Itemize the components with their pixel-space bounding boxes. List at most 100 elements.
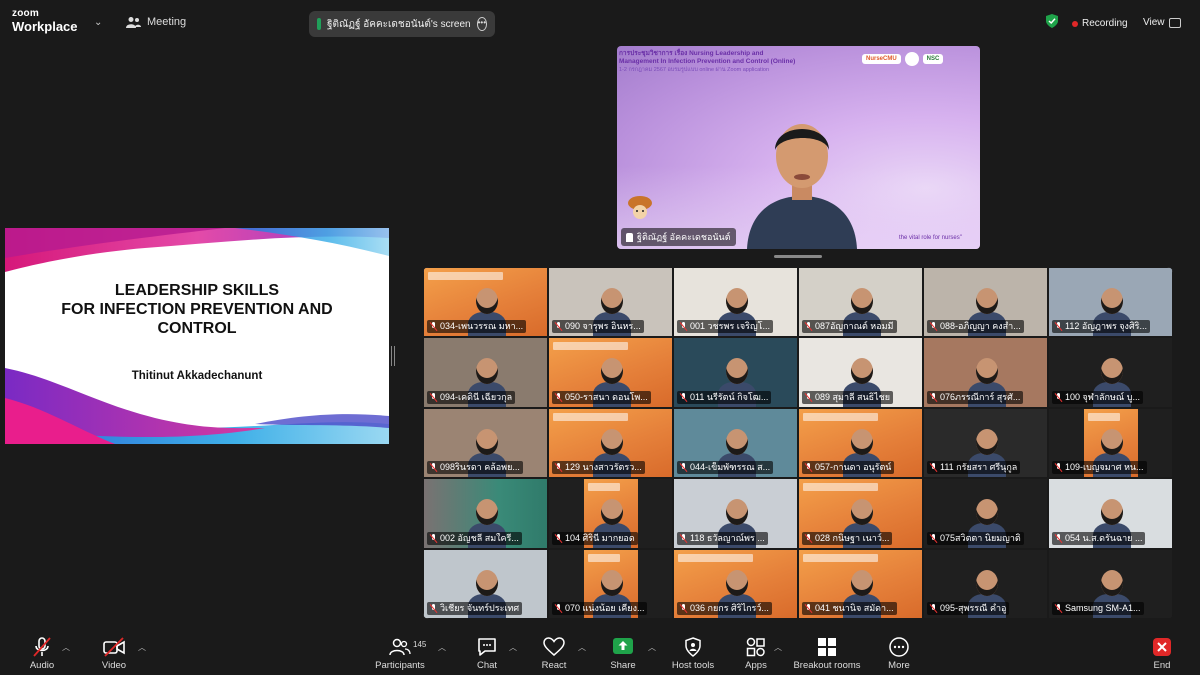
participant-tile[interactable]: 095-สุพรรณี คำอู [923,548,1048,619]
shield-check-icon[interactable] [1046,14,1058,28]
participant-tile[interactable]: 112 อัญฎาพร จุงศิริ... [1048,267,1173,338]
participant-tile[interactable]: 109-เบญจมาศ หน... [1048,407,1173,479]
participant-name-tag: 076ภรรณีการ์ สุรศั... [927,390,1024,404]
participant-name: 001 วชรพร เจริญโ... [690,321,770,332]
participant-tile[interactable]: 041 ชนานิจ สมัดา... [798,548,923,619]
participant-tile[interactable]: 111 กรัยสรา ศรีนุกูล [923,407,1048,479]
participant-gallery: 034-เพนวรรณ มหา... 090 จารุพร อินหร... 001… [423,267,1173,619]
participant-tile[interactable]: 075สวิตตา นิยมญาติ [923,478,1048,549]
microphone-muted-icon [33,637,51,657]
video-label: Video [101,660,127,671]
participant-face [851,499,873,526]
audio-button[interactable]: Audio [24,628,60,675]
participant-name: 028 กนิษฐา เนาว์... [815,532,890,543]
more-button[interactable]: More [884,628,914,675]
microphone-muted-icon [930,322,937,331]
recording-label: Recording [1082,18,1128,29]
participant-tile[interactable]: 036 กยกร ศิริไกรว์... [673,548,798,619]
share-button[interactable]: Share [606,628,640,675]
participant-tile[interactable]: 089 สุมาลี สนธิไชย [798,337,923,408]
chat-label: Chat [476,660,498,671]
apps-label: Apps [745,660,767,671]
participant-tile[interactable]: 028 กนิษฐา เนาว์... [798,478,923,549]
apps-icon [746,637,765,657]
presenter-video[interactable]: การประชุมวิชาการ เรื่อง Nursing Leadersh… [617,46,980,249]
participant-tile[interactable]: 076ภรรณีการ์ สุรศั... [923,337,1048,408]
participant-tile[interactable]: 090 จารุพร อินหร... [548,267,673,338]
participant-tile[interactable]: 094-เคดินี เฉียวกุล [423,337,548,408]
participant-tile[interactable]: วิเชียร จันทร์ประเทศ [423,548,548,619]
microphone-muted-icon [930,603,937,613]
apps-button[interactable]: Apps [740,628,772,675]
participant-face [726,569,748,596]
more-options-icon[interactable]: ••• [476,17,487,31]
participant-tile[interactable]: 001 วชรพร เจริญโ... [673,267,798,338]
react-options-caret-icon[interactable]: ︿ [578,642,586,653]
chevron-down-icon[interactable]: ⌄ [94,17,102,28]
participant-tile[interactable]: 104 ศิรินี มากยอด [548,478,673,549]
video-button[interactable]: Video [96,628,132,675]
meeting-info-button[interactable]: Meeting [126,16,186,28]
camera-off-icon [103,637,125,657]
video-resize-handle[interactable] [774,255,822,258]
participant-tile[interactable]: 088-อภิญญา คงสำ... [923,267,1048,338]
participant-tile[interactable]: 050-ราสนา ดอนโพ... [548,337,673,408]
breakout-rooms-button[interactable]: Breakout rooms [792,628,862,675]
end-meeting-button[interactable]: End [1148,628,1176,675]
participant-tile[interactable]: Samsung SM-A1... [1048,548,1173,619]
participant-name: 089 สุมาลี สนธิไชย [815,391,891,402]
participant-name-tag: วิเชียร จันทร์ประเทศ [427,601,523,615]
banner-line3: 1-2 กรกฎาคม 2567 อบรมรูปแบบ online ผ่าน … [619,67,770,73]
participant-tile[interactable]: 100 จุฬาลักษณ์ บู... [1048,337,1173,408]
audio-options-caret-icon[interactable]: ︿ [62,642,70,653]
recording-indicator[interactable]: Recording [1072,18,1128,29]
screen-share-indicator[interactable]: ฐิติณัฏฐ์ อัคคะเดชอนันต์'s screen ••• [309,11,495,37]
zoom-workplace-logo[interactable]: zoom Workplace [12,8,78,34]
brand-line1: zoom [12,8,39,19]
participant-tile[interactable]: 098รินรดา คล้อพย... [423,407,548,479]
microphone-muted-icon [930,392,937,402]
microphone-muted-icon [1055,533,1062,543]
participant-face [476,288,498,314]
participant-tile[interactable]: 129 นางสาวรัตรว... [548,407,673,479]
shared-slide: LEADERSHIP SKILLS FOR INFECTION PREVENTI… [5,228,389,444]
background-banner [803,553,878,562]
split-view-divider[interactable] [391,346,395,366]
participant-face [976,428,998,455]
host-tools-button[interactable]: Host tools [668,628,718,675]
participant-tile[interactable]: 087อัญกาณต์ หอมมี [798,267,923,338]
nursecmu-logo: NurseCMU [862,54,901,64]
participants-button[interactable]: Participants [372,628,428,675]
participant-name-tag: 100 จุฬาลักษณ์ บู... [1052,390,1143,404]
banner-logos: NurseCMU NSC [862,52,944,66]
chat-options-caret-icon[interactable]: ︿ [509,642,517,653]
participant-tile[interactable]: 054 น.ส.ดรันฉาย ... [1048,478,1173,549]
view-button[interactable]: View [1143,17,1181,28]
participant-face [1101,428,1123,455]
background-banner [678,553,753,562]
share-options-caret-icon[interactable]: ︿ [648,642,656,653]
participants-icon [389,638,411,656]
participant-tile[interactable]: 070 แน่งน้อย เคียง... [548,548,673,619]
participant-name: 094-เคดินี เฉียวกุล [440,391,513,402]
participant-name-tag: 034-เพนวรรณ มหา... [427,320,527,334]
video-options-caret-icon[interactable]: ︿ [138,642,146,653]
participant-tile[interactable]: 044-เข็มพัฑรรณ ส... [673,407,798,479]
participant-face [601,428,623,455]
participants-options-caret-icon[interactable]: ︿ [438,642,446,653]
participant-face [851,358,873,385]
participant-tile[interactable]: 034-เพนวรรณ มหา... [423,267,548,338]
background-banner [588,553,621,562]
audio-label: Audio [29,660,55,671]
participant-tile[interactable]: 002 อัญชลี สมใครี่... [423,478,548,549]
participant-tile[interactable]: 011 นรีรัตน์ กิจโฒ... [673,337,798,408]
participant-name: 088-อภิญญา คงสำ... [940,321,1021,332]
participant-tile[interactable]: 057-กานดา อนุรัตน์ [798,407,923,479]
react-button[interactable]: React [536,628,572,675]
apps-options-caret-icon[interactable]: ︿ [774,642,782,653]
chat-button[interactable]: Chat [470,628,504,675]
participant-name: Samsung SM-A1... [1065,602,1141,613]
participant-name-tag: 001 วชรพร เจริญโ... [677,320,773,334]
participant-tile[interactable]: 118 ธวัลญาณ์พร ... [673,478,798,549]
participants-label: Participants [375,660,425,671]
